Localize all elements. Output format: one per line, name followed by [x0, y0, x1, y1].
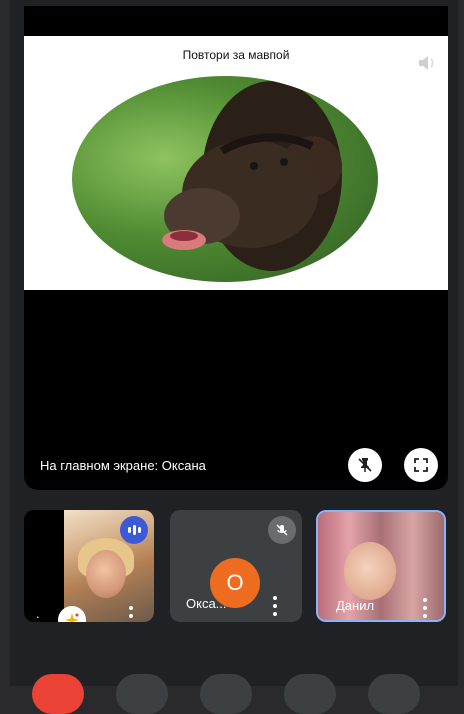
participant-tile-2[interactable]: О Окса... — [170, 510, 302, 622]
sparkle-icon — [65, 613, 79, 622]
main-screen-label: На главном экране: Оксана — [40, 458, 206, 473]
tile-name-1: . — [36, 606, 40, 621]
fullscreen-button[interactable] — [404, 448, 438, 482]
participant-face — [86, 550, 126, 598]
participant-face — [344, 542, 396, 600]
chimpanzee-image — [72, 76, 378, 282]
more-options-icon[interactable] — [128, 606, 134, 622]
participant-tile-1[interactable]: . — [24, 510, 154, 622]
main-stage[interactable]: Повтори за мавпой На главном экране: Окс… — [24, 36, 448, 490]
camera-button[interactable] — [200, 674, 252, 714]
more-controls-button[interactable] — [368, 674, 420, 714]
end-call-button[interactable] — [32, 674, 84, 714]
unpin-button[interactable] — [348, 448, 382, 482]
slide-title: Повтори за мавпой — [182, 48, 290, 62]
more-options-icon[interactable] — [272, 596, 278, 616]
raise-hand-button[interactable] — [284, 674, 336, 714]
mic-off-badge — [268, 516, 296, 544]
call-controls — [24, 664, 448, 714]
tile-name-3: Данил — [336, 598, 375, 613]
top-strip — [24, 6, 448, 36]
speaker-icon — [419, 56, 434, 70]
tile-name-2: Окса... — [186, 596, 227, 611]
participant-tile-3[interactable]: Данил — [316, 510, 446, 622]
mic-button[interactable] — [116, 674, 168, 714]
fullscreen-icon — [414, 458, 428, 472]
presentation-slide: Повтори за мавпой — [24, 36, 448, 290]
speaking-indicator-icon — [120, 516, 148, 544]
more-options-icon[interactable] — [422, 598, 428, 618]
chimpanzee-illustration — [162, 81, 342, 271]
unpin-icon — [358, 458, 372, 472]
mic-off-icon — [276, 524, 288, 536]
